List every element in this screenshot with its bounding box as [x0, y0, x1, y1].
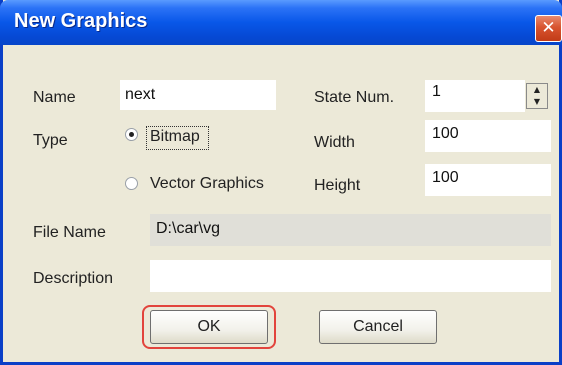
width-value: 100 — [432, 125, 459, 142]
name-value: next — [125, 86, 156, 103]
description-label: Description — [33, 270, 114, 287]
title-bar[interactable]: New Graphics ✕ — [0, 0, 562, 45]
new-graphics-dialog: New Graphics ✕ Name next State Num. 1 ▲ … — [0, 0, 562, 365]
spin-up-button[interactable]: ▲ — [527, 84, 547, 96]
close-button[interactable]: ✕ — [535, 15, 562, 42]
ok-button-label: OK — [197, 318, 221, 335]
file-name-field[interactable]: D:\car\vg — [150, 214, 551, 246]
name-label: Name — [33, 89, 76, 106]
spin-down-button[interactable]: ▼ — [527, 96, 547, 108]
height-field[interactable]: 100 — [425, 164, 551, 196]
height-value: 100 — [432, 169, 459, 186]
type-label: Type — [33, 132, 68, 149]
radio-vector-graphics[interactable] — [125, 177, 138, 190]
state-num-label: State Num. — [314, 89, 395, 106]
name-field[interactable]: next — [120, 80, 276, 110]
bitmap-option-label[interactable]: Bitmap — [150, 128, 200, 146]
chevron-up-icon: ▲ — [533, 85, 541, 94]
radio-selected-dot — [129, 132, 134, 137]
description-field[interactable] — [150, 260, 551, 292]
height-label: Height — [314, 177, 361, 194]
width-field[interactable]: 100 — [425, 120, 551, 152]
radio-bitmap[interactable] — [125, 128, 138, 141]
cancel-button-label: Cancel — [353, 318, 403, 335]
width-label: Width — [314, 134, 355, 151]
ok-button[interactable]: OK — [150, 310, 268, 344]
file-name-label: File Name — [33, 224, 106, 241]
close-icon: ✕ — [541, 18, 556, 38]
dialog-title: New Graphics — [14, 10, 148, 32]
cancel-button[interactable]: Cancel — [319, 310, 437, 344]
chevron-down-icon: ▼ — [533, 97, 541, 106]
state-num-field[interactable]: 1 — [425, 80, 525, 112]
vector-graphics-option-label[interactable]: Vector Graphics — [150, 175, 264, 193]
file-name-value: D:\car\vg — [156, 220, 221, 237]
state-num-spinner: ▲ ▼ — [526, 83, 548, 109]
state-num-value: 1 — [432, 83, 441, 100]
